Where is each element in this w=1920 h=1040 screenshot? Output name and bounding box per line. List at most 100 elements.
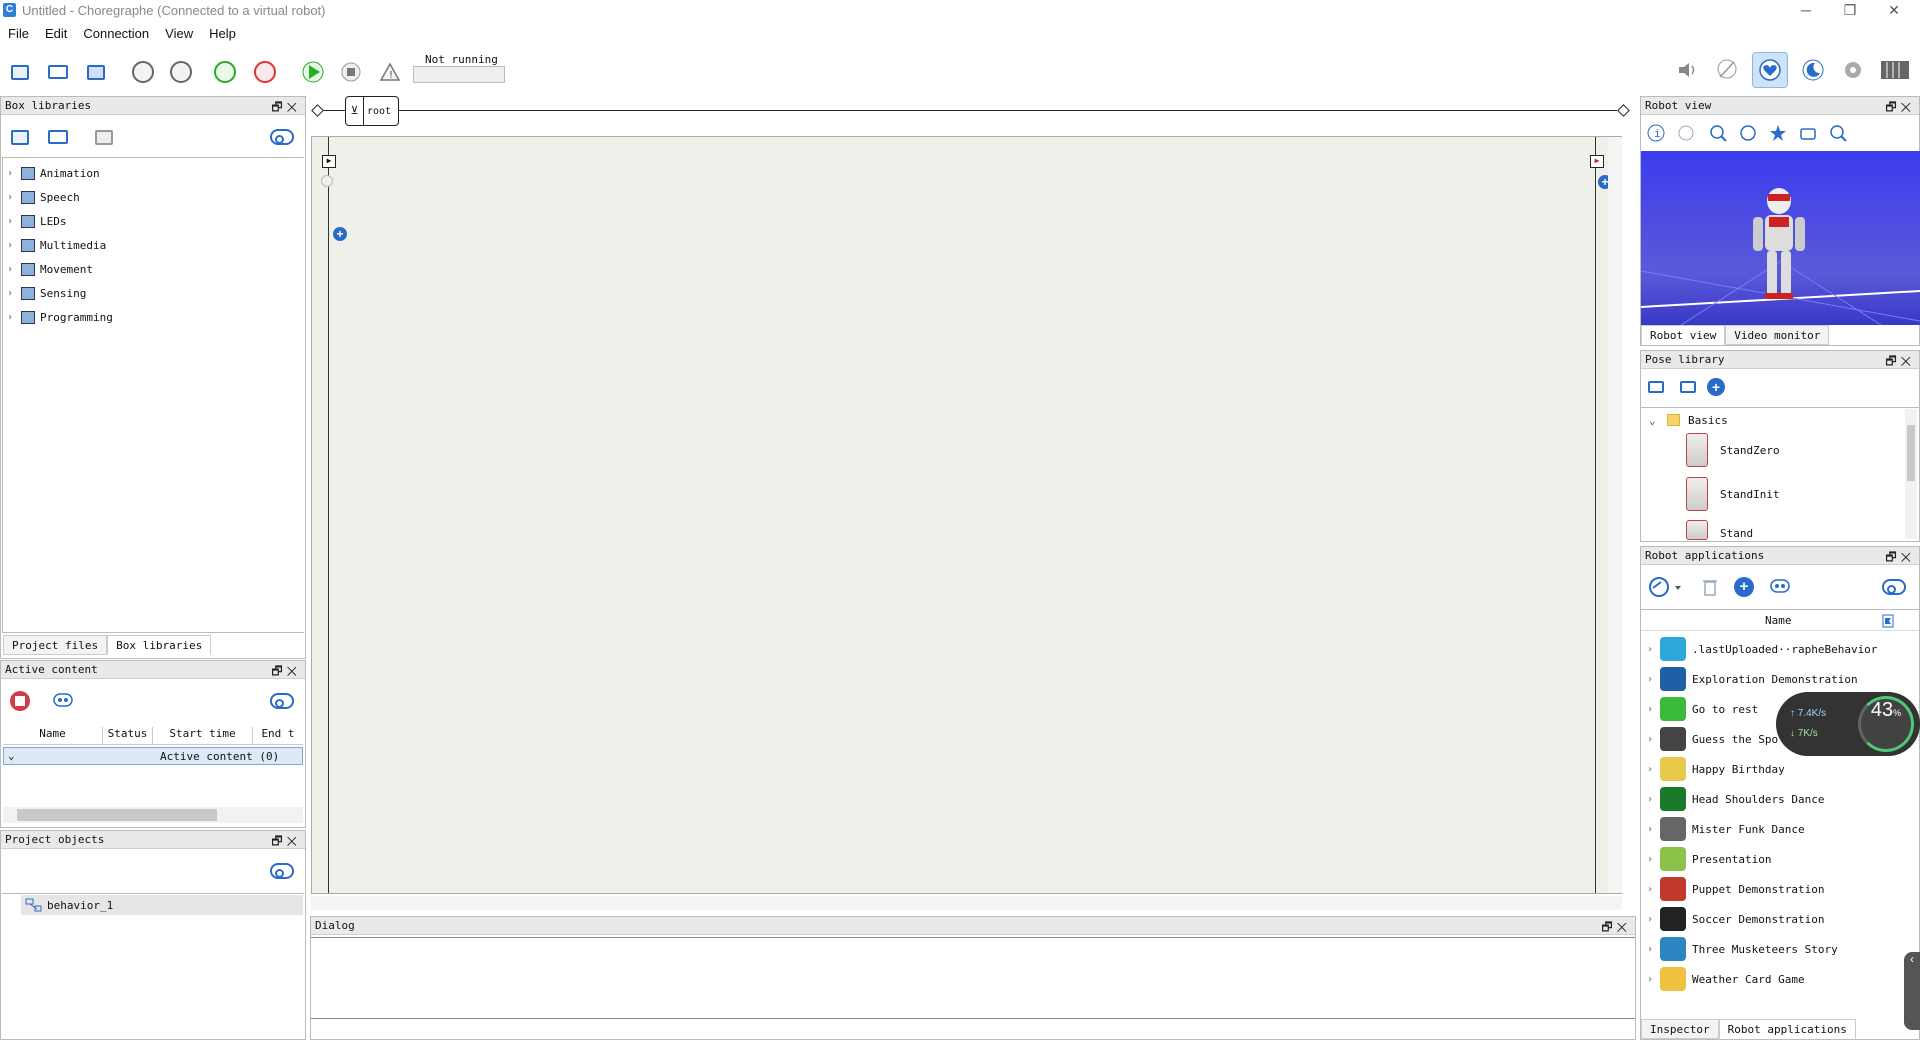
expand-chevron-icon[interactable]: › xyxy=(1640,914,1660,925)
library-item-animation[interactable]: › Animation xyxy=(7,163,100,183)
expand-chevron-icon[interactable]: › xyxy=(1640,824,1660,835)
application-row[interactable]: › Three Musketeers Story xyxy=(1640,934,1920,964)
tab-robot-view[interactable]: Robot view xyxy=(1641,325,1726,345)
library-menu-button[interactable] xyxy=(91,125,117,149)
panel-controls[interactable]: 🗗✕ xyxy=(271,98,301,119)
expand-chevron-icon[interactable]: › xyxy=(1640,644,1660,655)
redo-button[interactable] xyxy=(166,58,196,86)
library-item-speech[interactable]: › Speech xyxy=(7,187,80,207)
column-name[interactable]: Name xyxy=(3,727,103,744)
application-row[interactable]: › Happy Birthday xyxy=(1640,754,1920,784)
play-button[interactable] xyxy=(298,58,328,86)
tab-video-monitor[interactable]: Video monitor xyxy=(1725,325,1830,345)
panel-controls[interactable]: 🗗✕ xyxy=(271,662,301,683)
library-item-leds[interactable]: › LEDs xyxy=(7,211,67,231)
project-search-button[interactable] xyxy=(269,859,295,883)
expand-chevron-icon[interactable]: › xyxy=(1640,674,1660,685)
undo-button[interactable] xyxy=(128,58,158,86)
autonomous-life-button[interactable] xyxy=(1712,56,1742,84)
panel-controls[interactable]: 🗗✕ xyxy=(1885,548,1915,569)
root-breadcrumb[interactable]: ⊻ root xyxy=(345,96,399,126)
expand-chevron-icon[interactable]: › xyxy=(1640,974,1660,985)
column-name[interactable]: Name xyxy=(1765,614,1792,627)
library-item-programming[interactable]: › Programming xyxy=(7,307,113,327)
stop-button[interactable] xyxy=(336,58,366,86)
onstart-input-icon[interactable]: ▶ xyxy=(322,155,336,168)
side-drawer-handle[interactable]: ‹ xyxy=(1904,952,1920,1030)
new-library-button[interactable] xyxy=(7,125,33,149)
scrollbar-thumb[interactable] xyxy=(1907,425,1915,481)
import-pose-button[interactable] xyxy=(1675,375,1701,399)
panel-controls[interactable]: 🗗✕ xyxy=(271,832,301,853)
panel-controls[interactable]: 🗗✕ xyxy=(1885,352,1915,373)
canvas-vertical-scrollbar[interactable] xyxy=(1608,137,1622,893)
disconnect-button[interactable] xyxy=(250,58,280,86)
robot-3d-viewport[interactable] xyxy=(1641,151,1920,325)
column-end-time[interactable]: End t xyxy=(253,727,303,744)
library-item-movement[interactable]: › Movement xyxy=(7,259,93,279)
menu-connection[interactable]: Connection xyxy=(75,24,157,43)
view-mode-button[interactable] xyxy=(1673,121,1699,145)
rest-button[interactable] xyxy=(1798,56,1828,84)
pose-folder-basics[interactable]: ⌄ Basics xyxy=(1649,411,1728,429)
debug-button[interactable]: ! xyxy=(375,58,405,86)
library-search-button[interactable] xyxy=(269,125,295,149)
package-install-button[interactable] xyxy=(1645,575,1685,599)
open-project-button[interactable] xyxy=(43,58,73,86)
collapse-chevron-icon[interactable]: ⌄ xyxy=(8,749,15,762)
active-search-button[interactable] xyxy=(269,689,295,713)
expand-chevron-icon[interactable]: › xyxy=(1640,944,1660,955)
column-start-time[interactable]: Start time xyxy=(153,727,253,744)
expand-chevron-icon[interactable]: › xyxy=(1640,764,1660,775)
add-application-button[interactable]: + xyxy=(1731,575,1757,599)
library-item-multimedia[interactable]: › Multimedia xyxy=(7,235,106,255)
expand-chevron-icon[interactable]: › xyxy=(1640,794,1660,805)
connect-button[interactable] xyxy=(210,58,240,86)
open-library-button[interactable] xyxy=(45,125,71,149)
open-pose-library-button[interactable] xyxy=(1643,375,1669,399)
dialog-input-field[interactable] xyxy=(311,1021,1635,1039)
minimize-button[interactable]: ─ xyxy=(1786,2,1826,20)
tab-inspector[interactable]: Inspector xyxy=(1641,1019,1719,1039)
menu-edit[interactable]: Edit xyxy=(37,24,75,43)
save-project-button[interactable] xyxy=(81,58,111,86)
wake-up-button[interactable] xyxy=(1752,52,1788,88)
pose-scrollbar[interactable] xyxy=(1905,409,1917,539)
onstopped-output-icon[interactable]: ▶ xyxy=(1590,155,1604,168)
close-button[interactable]: ✕ xyxy=(1874,2,1914,20)
application-row[interactable]: › Presentation xyxy=(1640,844,1920,874)
pose-standinit[interactable]: StandInit xyxy=(1686,474,1780,514)
expand-chevron-icon[interactable]: ⌄ xyxy=(1649,414,1663,427)
expand-chevron-icon[interactable]: › xyxy=(1640,884,1660,895)
library-item-sensing[interactable]: › Sensing xyxy=(7,283,86,303)
active-content-group-row[interactable]: ⌄ Active content (0) xyxy=(3,747,303,765)
horizontal-scrollbar[interactable] xyxy=(3,807,303,823)
add-pose-button[interactable]: + xyxy=(1703,375,1729,399)
add-input-icon[interactable]: + xyxy=(333,227,347,241)
reset-view-button[interactable] xyxy=(1765,121,1791,145)
application-row[interactable]: › Exploration Demonstration xyxy=(1640,664,1920,694)
new-project-button[interactable] xyxy=(5,58,35,86)
application-row[interactable]: › Mister Funk Dance xyxy=(1640,814,1920,844)
menu-help[interactable]: Help xyxy=(201,24,244,43)
application-row[interactable]: › Soccer Demonstration xyxy=(1640,904,1920,934)
volume-button[interactable] xyxy=(1672,56,1702,84)
application-row[interactable]: › Weather Card Game xyxy=(1640,964,1920,994)
dialog-log-area[interactable] xyxy=(311,937,1635,1019)
tab-robot-applications[interactable]: Robot applications xyxy=(1718,1019,1856,1039)
panel-controls[interactable]: 🗗✕ xyxy=(1885,98,1915,119)
scrollbar-thumb[interactable] xyxy=(17,809,217,821)
stop-all-button[interactable] xyxy=(7,689,33,713)
robot-info-button[interactable]: i xyxy=(1643,121,1669,145)
app-search-button[interactable] xyxy=(1881,575,1907,599)
pose-standzero[interactable]: StandZero xyxy=(1686,430,1780,470)
application-row[interactable]: › Head Shoulders Dance xyxy=(1640,784,1920,814)
canvas-horizontal-scrollbar[interactable] xyxy=(311,896,1622,910)
expand-chevron-icon[interactable]: › xyxy=(1640,854,1660,865)
filter-button[interactable] xyxy=(51,689,77,713)
expand-chevron-icon[interactable]: › xyxy=(1640,704,1660,715)
rotate-button[interactable] xyxy=(1735,121,1761,145)
settings-button[interactable] xyxy=(1838,56,1868,84)
expand-chevron-icon[interactable]: › xyxy=(1640,734,1660,745)
application-row[interactable]: › Puppet Demonstration xyxy=(1640,874,1920,904)
